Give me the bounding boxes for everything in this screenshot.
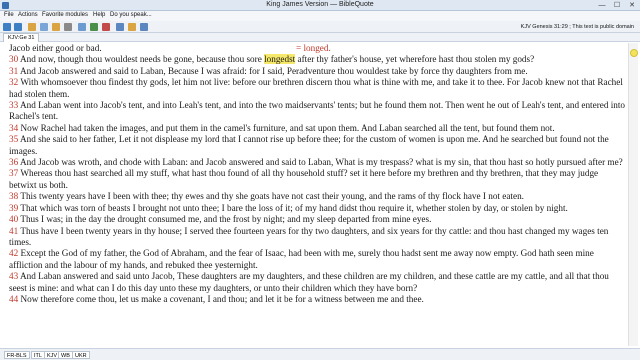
search-highlight: longedst xyxy=(264,54,296,65)
print-icon[interactable] xyxy=(64,23,72,31)
verse-33: 33 And Laban went into Jacob's tent, and… xyxy=(9,100,625,123)
verse-number[interactable]: 33 xyxy=(9,100,18,110)
verse-number[interactable]: 30 xyxy=(9,54,18,64)
vertical-scrollbar[interactable] xyxy=(628,43,638,346)
verse-text-area: Jacob either good or bad. = longed. 30 A… xyxy=(9,43,625,346)
search-icon[interactable] xyxy=(40,23,48,31)
tab-row: KJV:Ge 31 xyxy=(0,33,640,42)
menu-favorite-modules[interactable]: Favorite modules xyxy=(42,12,88,18)
verse-34: 34 Now Rachel had taken the images, and … xyxy=(9,123,625,134)
module-tab-itl[interactable]: ITL xyxy=(31,351,45,359)
verse-text: And Jacob answered and said to Laban, Be… xyxy=(19,65,528,76)
verse-32: 32 With whomsoever thou findest thy gods… xyxy=(9,77,625,100)
verse-29-tail: Jacob either good or bad. = longed. xyxy=(9,43,625,54)
title-bar: King James Version — BibleQuote — ☐ ✕ xyxy=(0,0,640,11)
verse-text: And she said to her father, Let it not d… xyxy=(9,134,609,156)
window-title: King James Version — BibleQuote xyxy=(266,1,374,8)
bookmark-icon[interactable] xyxy=(52,23,60,31)
module-tabs: FR-BLS ITL KJV WB UKR xyxy=(0,348,640,360)
verse-number[interactable]: 36 xyxy=(9,157,18,167)
verse-text: Thus have I been twenty years in thy hou… xyxy=(9,225,609,247)
module-tab-fr-bls[interactable]: FR-BLS xyxy=(4,351,30,359)
verse-text-continued: after thy father's house, yet wherefore … xyxy=(295,54,535,65)
footnote-annotation: = longed. xyxy=(296,43,331,53)
verse-38: 38 This twenty years have I been with th… xyxy=(9,191,625,202)
scroll-thumb[interactable] xyxy=(630,49,638,57)
audio-icon[interactable] xyxy=(90,23,98,31)
tag-icon[interactable] xyxy=(128,23,136,31)
menu-help[interactable]: Help xyxy=(93,12,105,18)
verse-line: Jacob either good or bad. xyxy=(9,43,102,53)
verse-text: This twenty years have I been with thee;… xyxy=(20,191,524,202)
reference-text: KJV Genesis 31:29 ; This text is public … xyxy=(520,24,634,30)
verse-43: 43 And Laban answered and said unto Jaco… xyxy=(9,271,625,294)
verse-number[interactable]: 39 xyxy=(9,203,18,213)
verse-text: Now Rachel had taken the images, and put… xyxy=(20,122,555,133)
verse-number[interactable]: 40 xyxy=(9,214,18,224)
help-icon[interactable] xyxy=(102,23,110,31)
back-icon[interactable] xyxy=(3,23,11,31)
forward-icon[interactable] xyxy=(14,23,22,31)
verse-number[interactable]: 31 xyxy=(9,66,18,76)
copy-icon[interactable] xyxy=(28,23,36,31)
verse-number[interactable]: 43 xyxy=(9,271,18,281)
verse-35: 35 And she said to her father, Let it no… xyxy=(9,134,625,157)
verse-number[interactable]: 37 xyxy=(9,168,18,178)
menu-do-you-speak[interactable]: Do you speak... xyxy=(110,12,152,18)
settings-icon[interactable] xyxy=(78,23,86,31)
tab-kjv-genesis-31[interactable]: KJV:Ge 31 xyxy=(3,33,40,42)
verse-number[interactable]: 34 xyxy=(9,123,18,133)
verse-list: 30 And now, though thou wouldest needs b… xyxy=(9,54,625,305)
minimize-button[interactable]: — xyxy=(595,1,609,10)
verse-text: And now, though thou wouldest needs be g… xyxy=(19,54,265,65)
verse-text: And Laban went into Jacob's tent, and in… xyxy=(9,100,625,122)
verse-text: Whereas thou hast searched all my stuff,… xyxy=(9,168,599,190)
verse-text: And Laban answered and said unto Jacob, … xyxy=(9,271,609,293)
verse-number[interactable]: 41 xyxy=(9,226,18,236)
verse-44: 44 Now therefore come thou, let us make … xyxy=(9,294,625,305)
verse-41: 41 Thus have I been twenty years in thy … xyxy=(9,226,625,249)
verse-36: 36 And Jacob was wroth, and chode with L… xyxy=(9,157,625,168)
menu-bar: File Actions Favorite modules Help Do yo… xyxy=(0,11,640,21)
verse-39: 39 That which was torn of beasts I broug… xyxy=(9,203,625,214)
toolbar: KJV Genesis 31:29 ; This text is public … xyxy=(0,21,640,33)
verse-number[interactable]: 44 xyxy=(9,294,18,304)
verse-31: 31 And Jacob answered and said to Laban,… xyxy=(9,66,625,77)
module-tab-wb[interactable]: WB xyxy=(58,351,73,359)
verse-number[interactable]: 32 xyxy=(9,77,18,87)
verse-text: Now therefore come thou, let us make a c… xyxy=(20,293,424,304)
menu-actions[interactable]: Actions xyxy=(18,12,38,18)
verse-text: With whomsoever thou findest thy gods, l… xyxy=(9,77,623,99)
verse-number[interactable]: 38 xyxy=(9,191,18,201)
verse-42: 42 Except the God of my father, the God … xyxy=(9,248,625,271)
maximize-button[interactable]: ☐ xyxy=(610,1,624,10)
info-icon[interactable] xyxy=(140,23,148,31)
verse-40: 40 Thus I was; in the day the drought co… xyxy=(9,214,625,225)
close-button[interactable]: ✕ xyxy=(625,1,639,10)
module-tab-ukr[interactable]: UKR xyxy=(72,351,90,359)
verse-text: Thus I was; in the day the drought consu… xyxy=(20,214,432,225)
verse-text: And Jacob was wroth, and chode with Laba… xyxy=(19,157,623,168)
refresh-icon[interactable] xyxy=(116,23,124,31)
verse-30: 30 And now, though thou wouldest needs b… xyxy=(9,54,625,65)
verse-text: That which was torn of beasts I brought … xyxy=(20,202,568,213)
verse-number[interactable]: 35 xyxy=(9,134,18,144)
verse-37: 37 Whereas thou hast searched all my stu… xyxy=(9,168,625,191)
verse-text: Except the God of my father, the God of … xyxy=(9,248,594,270)
menu-file[interactable]: File xyxy=(4,12,14,18)
verse-number[interactable]: 42 xyxy=(9,248,18,258)
